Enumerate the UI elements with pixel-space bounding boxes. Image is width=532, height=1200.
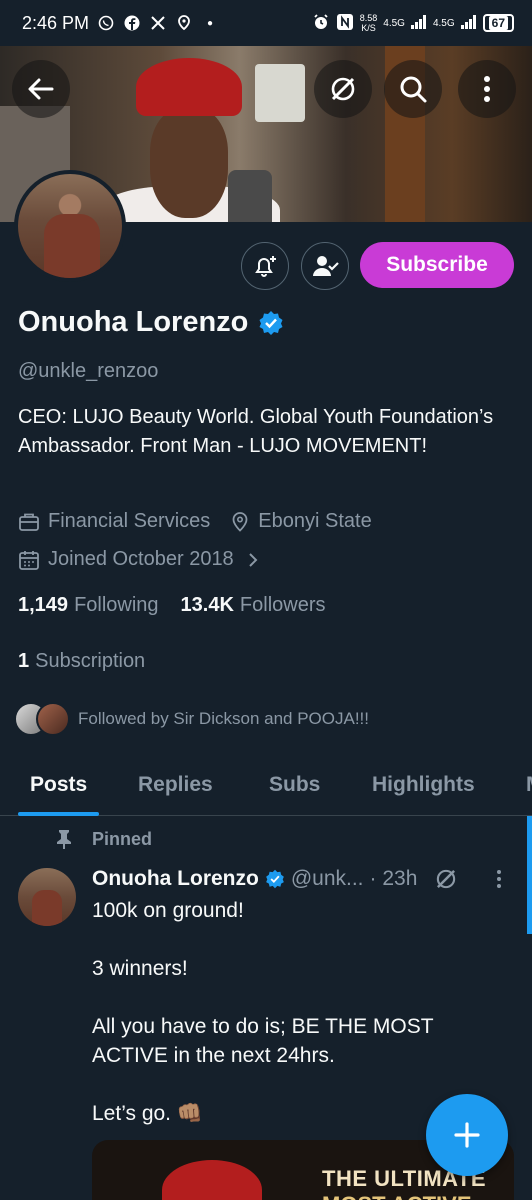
profile-name-row: Onuoha Lorenzo — [18, 306, 284, 339]
dot-icon: ● — [207, 17, 214, 29]
post-line: 100k on ground! — [92, 899, 244, 922]
profile-location: Ebonyi State — [258, 510, 372, 532]
location-icon — [175, 14, 193, 32]
alarm-icon — [312, 13, 330, 34]
follower-avatar-2 — [36, 702, 70, 736]
joined-row[interactable]: Joined October 2018 — [18, 548, 260, 571]
post-author-name[interactable]: Onuoha Lorenzo — [92, 867, 259, 891]
profile-joined: Joined October 2018 — [48, 548, 234, 570]
media-subtitle: MOST ACTIVE — [322, 1192, 472, 1200]
status-time: 2:46 PM — [22, 12, 90, 33]
profile-handle: @unkle_renzoo — [18, 360, 159, 382]
search-icon — [400, 76, 427, 103]
x-logo-icon — [149, 14, 167, 32]
profile-name: Onuoha Lorenzo — [18, 306, 249, 338]
post-header: Onuoha Lorenzo @unk... · 23h — [92, 866, 512, 892]
post-line: All you have to do is; BE THE MOST ACTIV… — [92, 1015, 434, 1067]
profile-meta-row: Financial Services Ebonyi State — [18, 510, 372, 533]
more-vertical-icon[interactable] — [496, 869, 502, 889]
whatsapp-icon — [97, 14, 115, 32]
following-button[interactable] — [301, 242, 349, 290]
profile-tabs: Posts Replies Subs Highlights M — [0, 754, 532, 816]
following-link[interactable]: 1,149 Following — [18, 594, 159, 617]
location-pin-icon — [232, 511, 248, 532]
verified-badge-icon — [259, 310, 283, 335]
user-check-icon — [313, 256, 339, 276]
arrow-left-icon — [28, 78, 54, 100]
tab-subs[interactable]: Subs — [269, 754, 320, 816]
more-options-button[interactable] — [458, 60, 516, 118]
followed-by-text: Followed by Sir Dickson and POOJA!!! — [78, 709, 370, 728]
status-bar: 2:46 PM ● 8.58 K/S 4.5G 4.5G 67 — [0, 0, 532, 46]
facebook-icon — [123, 14, 141, 32]
tab-replies[interactable]: Replies — [138, 754, 213, 816]
post-author-avatar[interactable] — [18, 868, 76, 926]
pin-icon — [57, 830, 71, 849]
signal-icon-2 — [460, 14, 477, 32]
followed-by-row[interactable]: Followed by Sir Dickson and POOJA!!! — [14, 702, 369, 736]
more-vertical-icon — [484, 76, 490, 102]
tab-posts[interactable]: Posts — [17, 754, 100, 816]
followers-link[interactable]: 13.4K Followers — [181, 594, 326, 617]
compose-button[interactable] — [426, 1094, 508, 1176]
post-line: 3 winners! — [92, 957, 188, 980]
follow-counts: 1,149 Following 13.4K Followers — [18, 594, 326, 617]
briefcase-icon — [19, 513, 39, 531]
notifications-button[interactable] — [241, 242, 289, 290]
nfc-icon — [336, 13, 354, 34]
grok-icon[interactable] — [433, 866, 459, 892]
calendar-icon — [19, 550, 39, 570]
scrollbar[interactable] — [527, 816, 532, 934]
bell-plus-icon — [255, 256, 276, 277]
plus-icon — [454, 1122, 480, 1148]
tab-media[interactable]: M — [526, 754, 532, 816]
signal-icon — [410, 14, 427, 32]
profile-avatar[interactable] — [14, 170, 126, 282]
verified-badge-icon — [265, 869, 284, 889]
pinned-label: Pinned — [92, 828, 153, 849]
battery-indicator: 67 — [482, 14, 514, 32]
search-button[interactable] — [384, 60, 442, 118]
back-button[interactable] — [12, 60, 70, 118]
profile-category[interactable]: Financial Services — [48, 510, 210, 533]
network-speed: 8.58 K/S — [359, 13, 378, 33]
pinned-label-row: Pinned — [54, 828, 152, 850]
grok-button[interactable] — [314, 60, 372, 118]
post-time: · 23h — [369, 867, 418, 890]
grok-icon — [331, 77, 355, 101]
subscribe-button[interactable]: Subscribe — [360, 242, 514, 288]
profile-bio: CEO: LUJO Beauty World. Global Youth Fou… — [18, 406, 494, 457]
subscriptions-link[interactable]: 1 Subscription — [18, 650, 145, 673]
tab-highlights[interactable]: Highlights — [372, 754, 475, 816]
network-label-2: 4.5G — [432, 17, 455, 29]
post-author-handle: @unk... — [290, 867, 364, 890]
chevron-right-icon — [248, 552, 258, 567]
network-label-1: 4.5G — [383, 17, 405, 29]
